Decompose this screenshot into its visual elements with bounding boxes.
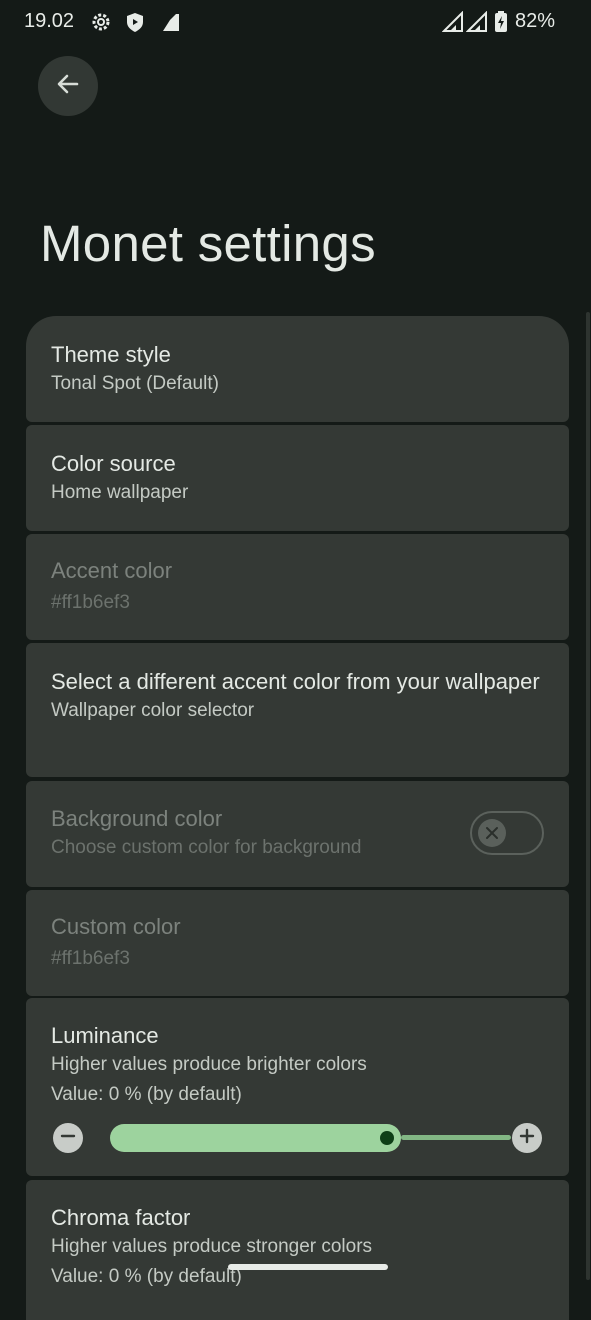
chroma-item: Chroma factor Higher values produce stro… bbox=[26, 1180, 569, 1320]
arrow-left-icon bbox=[55, 71, 81, 102]
wallpaper-accent-item[interactable]: Select a different accent color from you… bbox=[26, 643, 569, 777]
custom-color-item: Custom color #ff1b6ef3 bbox=[26, 890, 569, 996]
theme-style-summary: Tonal Spot (Default) bbox=[51, 373, 219, 394]
theme-style-title: Theme style bbox=[51, 342, 171, 367]
color-source-title: Color source bbox=[51, 451, 176, 476]
status-time: 19.02 bbox=[24, 10, 75, 32]
accent-color-title: Accent color bbox=[51, 558, 173, 583]
scrollbar[interactable] bbox=[586, 312, 590, 1280]
custom-color-title: Custom color bbox=[51, 914, 181, 939]
luminance-slider-row bbox=[53, 1120, 543, 1153]
accent-color-value: #ff1b6ef3 bbox=[51, 592, 130, 613]
wallpaper-accent-summary: Wallpaper color selector bbox=[51, 700, 255, 721]
background-color-switch[interactable] bbox=[470, 811, 544, 855]
luminance-slider-active-track[interactable] bbox=[110, 1124, 401, 1152]
signal-icon bbox=[160, 11, 182, 33]
shield-icon bbox=[124, 11, 146, 33]
home-indicator[interactable] bbox=[228, 1264, 388, 1270]
page-title: Monet settings bbox=[40, 215, 376, 272]
chroma-summary: Higher values produce stronger colors bbox=[51, 1236, 373, 1257]
wallpaper-accent-title: Select a different accent color from you… bbox=[51, 669, 540, 694]
theme-style-item[interactable]: Theme style Tonal Spot (Default) bbox=[26, 316, 569, 422]
status-bar: 19.02 82% bbox=[0, 0, 591, 46]
signal-icon bbox=[441, 10, 464, 33]
chroma-title: Chroma factor bbox=[51, 1205, 191, 1230]
luminance-summary: Higher values produce brighter colors bbox=[51, 1054, 367, 1075]
decrease-button[interactable] bbox=[53, 1123, 83, 1153]
luminance-slider-thumb[interactable] bbox=[379, 1131, 394, 1145]
minus-icon bbox=[60, 1128, 76, 1149]
close-icon bbox=[478, 819, 506, 847]
custom-color-value: #ff1b6ef3 bbox=[51, 948, 130, 969]
luminance-slider-inactive-track[interactable] bbox=[400, 1135, 511, 1140]
signal-icon bbox=[465, 10, 488, 33]
battery-charging-icon bbox=[494, 11, 508, 33]
luminance-item: Luminance Higher values produce brighter… bbox=[26, 998, 569, 1176]
plus-icon bbox=[519, 1128, 535, 1149]
background-color-item: Background color Choose custom color for… bbox=[26, 781, 569, 887]
color-source-summary: Home wallpaper bbox=[51, 482, 189, 503]
color-source-item[interactable]: Color source Home wallpaper bbox=[26, 425, 569, 531]
increase-button[interactable] bbox=[512, 1123, 542, 1153]
accent-color-item: Accent color #ff1b6ef3 bbox=[26, 534, 569, 640]
luminance-value: Value: 0 % (by default) bbox=[51, 1084, 242, 1105]
battery-percent: 82% bbox=[514, 10, 555, 32]
gear-icon bbox=[90, 11, 112, 33]
luminance-title: Luminance bbox=[51, 1023, 159, 1048]
back-button[interactable] bbox=[38, 56, 98, 116]
